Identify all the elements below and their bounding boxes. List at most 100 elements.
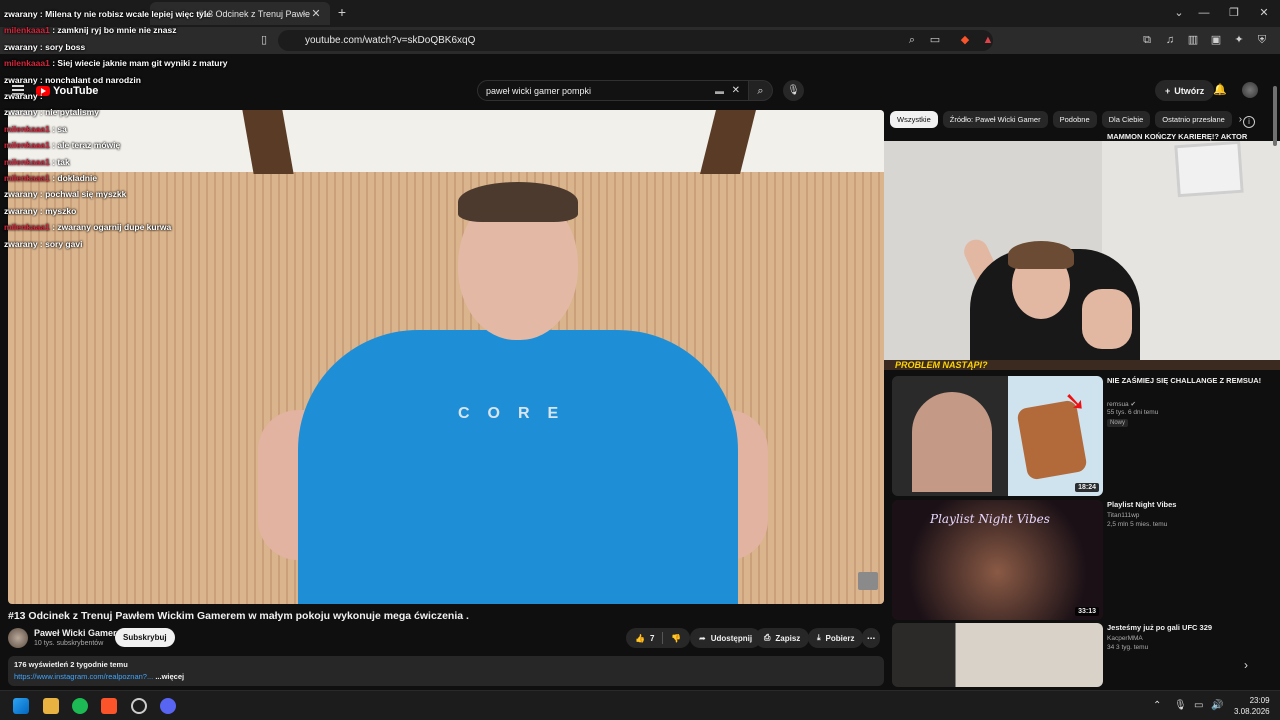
tab-search-icon[interactable]: ⌄	[1165, 4, 1193, 22]
microphone-icon[interactable]: 🎙	[1174, 700, 1187, 711]
chat-separator: :	[37, 205, 46, 216]
chip-for-you[interactable]: Dla Ciebie	[1101, 110, 1151, 128]
scrollbar[interactable]	[1273, 86, 1277, 146]
info-icon[interactable]: i	[1243, 116, 1255, 128]
subscribe-button[interactable]: Subskrybuj	[115, 628, 175, 647]
download-button[interactable]: ⤓ Pobierz	[808, 628, 864, 648]
vpn-icon[interactable]: ⛨	[1255, 33, 1269, 47]
fist	[1082, 289, 1132, 349]
rewards-icon[interactable]: ▲	[981, 33, 995, 47]
brave-shield-icon[interactable]: ◆	[958, 33, 972, 47]
chat-separator: :	[37, 74, 46, 85]
voice-search-button[interactable]: 🎙	[783, 80, 804, 101]
channel-name[interactable]: Paweł Wicki Gamer	[34, 628, 116, 638]
recommendation-channel: remsua ✔	[1107, 400, 1136, 408]
close-window-icon[interactable]: ✕	[1250, 4, 1278, 22]
chat-text: dokladnie	[57, 173, 98, 183]
chat-username: zwarany	[4, 189, 38, 200]
more-actions-button[interactable]: ⋯	[862, 628, 880, 648]
chat-username: milenkaaa1	[4, 222, 50, 233]
recommendation-meta: 2,5 mln 5 mies. temu	[1107, 521, 1168, 528]
plus-icon: +	[1165, 85, 1171, 96]
search-button[interactable]: ⌕	[749, 80, 773, 101]
video-player[interactable]: CORE	[8, 110, 884, 604]
media-icon[interactable]: ♫	[1163, 33, 1177, 47]
chat-text: ale teraz mówię	[57, 140, 121, 151]
close-tab-icon[interactable]: ✕	[310, 7, 322, 20]
create-button[interactable]: + Utwórz	[1155, 80, 1215, 101]
chip-recent[interactable]: Ostatnio przesłane	[1155, 110, 1232, 128]
clock-time: 23:09	[1249, 696, 1270, 705]
maximize-icon[interactable]: ❐	[1220, 4, 1248, 22]
recommendation-item[interactable]: Playlist Night Vibes 33:13 Playlist Nigh…	[892, 500, 1270, 620]
channel-text: remsua	[1107, 401, 1129, 408]
blue-shirt	[298, 330, 738, 604]
volume-icon[interactable]: 🔊	[1211, 700, 1223, 711]
save-button[interactable]: ⎙ Zapisz	[755, 628, 810, 648]
cast-icon[interactable]: ▭	[928, 33, 942, 47]
video-thumbnail[interactable]: Playlist Night Vibes 33:13	[892, 500, 1103, 620]
recommendation-title[interactable]: MAMMON KOŃCZY KARIERĘ!? AKTOR	[1107, 132, 1247, 141]
wallet-icon[interactable]: ▣	[1209, 33, 1223, 47]
share-button[interactable]: ➦ Udostępnij	[690, 628, 762, 648]
like-button[interactable]: 👍 7 👎	[626, 628, 691, 648]
chat-message: milenkaaa1 : Siej wiecie jaknie mam git …	[4, 58, 227, 68]
chat-username: zwarany	[4, 41, 38, 52]
chip-related[interactable]: Podobne	[1052, 110, 1097, 128]
bookmark-icon[interactable]: ▯	[257, 33, 271, 47]
create-label: Utwórz	[1174, 85, 1205, 96]
thumbnail-caption: Playlist Night Vibes	[930, 512, 1050, 526]
chat-separator: :	[37, 238, 46, 249]
recommendation-title: Playlist Night Vibes	[1107, 500, 1177, 509]
spotify-icon[interactable]	[72, 698, 88, 714]
sidebar-icon[interactable]: ▥	[1186, 33, 1200, 47]
description-link[interactable]: https://www.instagram.com/realpoznan?...	[14, 672, 153, 681]
recommendation-item[interactable]: Jesteśmy już po gali UFC 329 KacperMMA 3…	[892, 623, 1270, 687]
tray-expand-icon[interactable]: ⌃	[1153, 700, 1161, 711]
clear-search-icon[interactable]: ✕	[732, 85, 740, 96]
download-label: Pobierz	[825, 633, 855, 643]
minimize-icon[interactable]: —	[1190, 4, 1218, 22]
windows-taskbar: ⌃ 🎙 ▭ 🔊 23:09 3.08.2026	[0, 690, 1280, 720]
view-stats: 176 wyświetleń 2 tygodnie temu	[14, 660, 128, 669]
video-thumbnail[interactable]: ➘ 18:24	[892, 376, 1103, 496]
extensions-icon[interactable]: ⧉	[1140, 33, 1154, 47]
discord-icon[interactable]	[160, 698, 176, 714]
system-clock[interactable]: 23:09 3.08.2026	[1234, 695, 1270, 717]
network-icon[interactable]: ▭	[1194, 700, 1203, 711]
account-avatar[interactable]	[1242, 82, 1258, 98]
url-field[interactable]: youtube.com/watch?v=skDoQBK6xqQ	[278, 30, 993, 51]
windows-start-icon[interactable]	[13, 698, 29, 714]
youtube-logo-text: YouTube	[53, 85, 99, 97]
thumbs-down-icon[interactable]: 👎	[671, 634, 681, 643]
chip-all[interactable]: Wszystkie	[890, 110, 938, 128]
steam-icon[interactable]	[131, 698, 147, 714]
chat-username: zwarany	[4, 107, 38, 118]
download-icon: ⤓	[817, 633, 821, 642]
search-input[interactable]: paweł wicki gamer pompki ▬ ✕	[477, 80, 749, 101]
channel-avatar[interactable]	[8, 628, 28, 648]
chat-text: tak	[57, 156, 70, 167]
chat-message: milenkaaa1 : ale teraz mówię	[4, 140, 120, 150]
filter-chips: Wszystkie Źródło: Paweł Wicki Gamer Podo…	[890, 110, 1274, 128]
chevron-right-icon[interactable]: ›	[1244, 658, 1248, 672]
new-tab-icon[interactable]: +	[334, 4, 350, 20]
description-box[interactable]: 176 wyświetleń 2 tygodnie temu https://w…	[8, 656, 884, 686]
keyboard-icon[interactable]: ▬	[715, 86, 724, 96]
file-explorer-icon[interactable]	[43, 698, 59, 714]
recommendation-title: Jesteśmy już po gali UFC 329	[1107, 623, 1213, 632]
url-text: youtube.com/watch?v=skDoQBK6xqQ	[305, 35, 476, 46]
chevron-right-icon[interactable]: ›	[1239, 114, 1242, 125]
zoom-icon[interactable]: ⌕	[905, 33, 919, 47]
chat-message: zwarany : sory boss	[4, 42, 85, 52]
notifications-bell-icon[interactable]: 🔔	[1213, 83, 1227, 96]
brave-browser-icon[interactable]	[101, 698, 117, 714]
save-icon: ⎙	[764, 633, 771, 642]
chip-source[interactable]: Źródło: Paweł Wicki Gamer	[942, 110, 1048, 128]
show-more-button[interactable]: ...więcej	[155, 672, 184, 681]
recommendation-item[interactable]: ➘ 18:24 NIE ZAŚMIEJ SIĘ CHALLANGE Z REMS…	[892, 376, 1270, 496]
youtube-logo[interactable]: YouTube	[36, 85, 98, 97]
channel-watermark[interactable]	[858, 572, 878, 590]
leo-icon[interactable]: ✦	[1232, 33, 1246, 47]
video-thumbnail[interactable]	[892, 623, 1103, 687]
